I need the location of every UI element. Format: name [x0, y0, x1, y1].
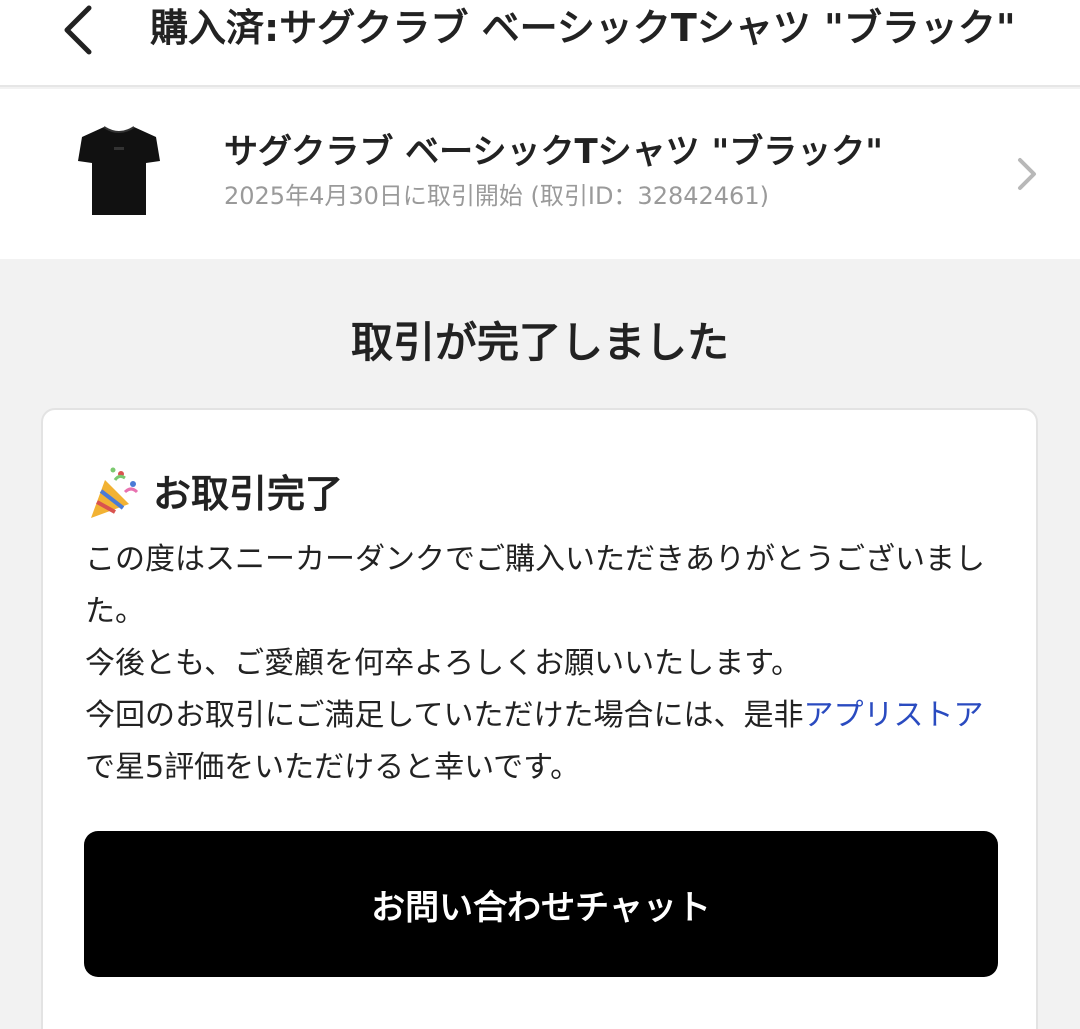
completion-message: この度はスニーカーダンクでご購入いただきありがとうございました。 今後とも、ご愛… [85, 534, 1000, 794]
card-title-row: お取引完了 [85, 466, 343, 522]
tshirt-icon [78, 126, 160, 215]
message-line-regards: 今後とも、ご愛顧を何卒よろしくお願いいたします。 [85, 646, 802, 681]
message-line-review: 今回のお取引にご満足していただけた場合には、是非アプリストアで星5評価をいただけ… [85, 690, 1000, 794]
item-summary-row[interactable]: サグクラブ ベーシックTシャツ "ブラック" 2025年4月30日に取引開始 (… [0, 89, 1080, 259]
inquiry-chat-button[interactable]: お問い合わせチャット [84, 831, 998, 977]
message-line-thanks: この度はスニーカーダンクでご購入いただきありがとうございました。 [85, 542, 985, 629]
chevron-left-icon [64, 5, 92, 55]
app-store-link[interactable]: アプリストア [804, 698, 984, 733]
completion-card: お取引完了 この度はスニーカーダンクでご購入いただきありがとうございました。 今… [41, 408, 1038, 1029]
review-text-before: 今回のお取引にご満足していただけた場合には、是非 [85, 698, 804, 733]
party-popper-icon [91, 467, 139, 518]
card-title: お取引完了 [153, 472, 344, 516]
page-title: 購入済:サグクラブ ベーシックTシャツ "ブラック" [150, 6, 1016, 50]
item-meta: 2025年4月30日に取引開始 (取引ID：32842461) [224, 182, 769, 210]
back-button[interactable] [52, 0, 102, 60]
review-text-after: で星5評価をいただけると幸いです。 [85, 750, 581, 785]
chevron-right-icon [1012, 154, 1042, 194]
status-heading: 取引が完了しました [350, 318, 729, 367]
item-name: サグクラブ ベーシックTシャツ "ブラック" [224, 132, 883, 172]
navigation-bar: 購入済:サグクラブ ベーシックTシャツ "ブラック" [0, 0, 1080, 87]
